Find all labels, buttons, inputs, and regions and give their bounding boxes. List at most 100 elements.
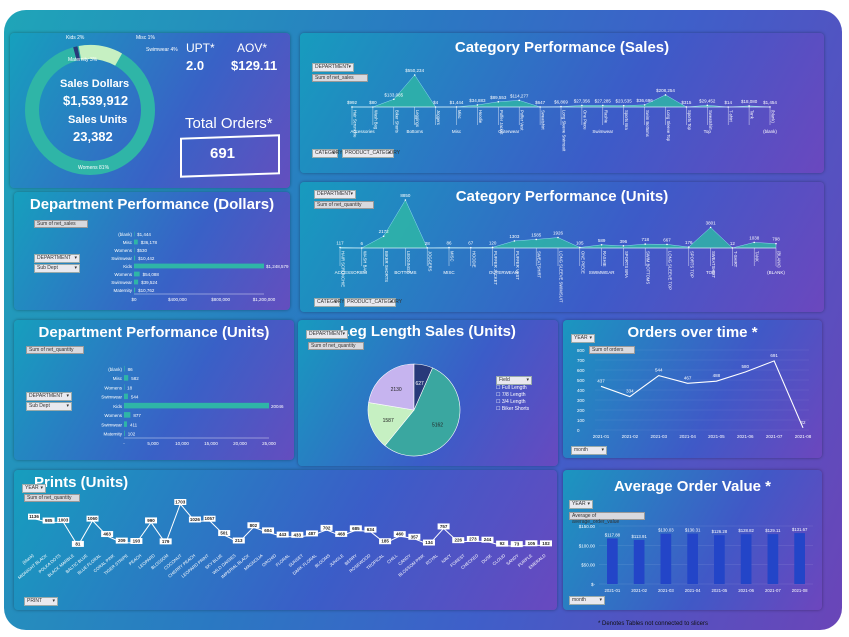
x-tick: - <box>123 441 125 446</box>
bar <box>607 538 618 584</box>
slice-label: 5162 <box>432 422 443 428</box>
legend-item[interactable]: ☐ Full Length <box>496 385 532 392</box>
data-label: 985 <box>45 518 53 523</box>
tick-label: Hoodie <box>478 110 483 124</box>
leg-legend: Field ☐ Full Length☐ 7/8 Length☐ 3/4 Len… <box>496 376 532 413</box>
data-label: $129.11 <box>765 528 781 533</box>
data-label: 1585 <box>531 232 542 237</box>
data-label: 718 <box>641 237 649 242</box>
bar-label: 102 <box>128 432 136 437</box>
bar-label: $39,524 <box>141 280 158 285</box>
leg-legend-field[interactable]: Field <box>496 376 532 385</box>
y-tick: $100.00 <box>579 543 596 548</box>
donut-label-womens: Womens 81% <box>78 165 110 171</box>
aov-chart: $- $50.00 $100.00 $150.00 $117.88 2021-01 $113… <box>579 524 813 593</box>
data-point <box>600 244 603 246</box>
data-label: 757 <box>440 524 448 529</box>
data-label: 1003 <box>58 518 69 523</box>
group-label: BOTTOMS <box>394 270 416 275</box>
data-point <box>644 243 646 245</box>
x-tick: 2021-06 <box>738 588 754 593</box>
tick-label: Sports Top <box>687 110 692 131</box>
bar-label: 582 <box>131 376 139 381</box>
legend-item[interactable]: ☐ Biker Shorts <box>496 406 532 413</box>
data-label: 105 <box>576 240 584 245</box>
data-label: 1926 <box>553 231 564 236</box>
group-label: (blank) <box>763 129 777 134</box>
y-tick: $50.00 <box>581 563 595 568</box>
month-slicer[interactable]: month <box>571 446 607 455</box>
x-tick: ROYAL <box>425 553 440 566</box>
tick-label: Swim Bottoms <box>645 110 650 137</box>
product-category-slicer-units[interactable]: PRODUCT_CATEGORY <box>344 298 402 307</box>
tick-label: Puffer Vest <box>520 110 525 131</box>
row-label: Swimwear <box>111 256 132 261</box>
tick-label: PUFFER JACKET <box>493 251 498 285</box>
bar <box>124 421 127 427</box>
data-label: $130.03 <box>658 528 674 533</box>
data-label: 433 <box>294 532 302 537</box>
tick-label: TANK <box>755 251 760 262</box>
x-tick: 2021-04 <box>685 588 701 593</box>
tick-label: MISC <box>450 251 455 261</box>
data-label: 209 <box>118 538 126 543</box>
aov-panel: Average Order Value * YEAR Average of av… <box>563 470 822 610</box>
data-label: 6 <box>361 241 364 246</box>
row-label: (blank) <box>108 367 122 372</box>
tick-label: Long Sleeve Top <box>666 110 671 142</box>
y-tick: 500 <box>577 378 585 383</box>
y-tick: 600 <box>577 368 585 373</box>
x-tick: 2021-08 <box>795 434 812 439</box>
product-category-slicer[interactable]: PRODUCT_CATEGORY <box>342 149 400 158</box>
data-label: 990 <box>147 518 155 523</box>
row-label: Swimwear <box>101 422 122 427</box>
print-slicer[interactable]: PRINT <box>24 597 58 606</box>
data-label: 193 <box>133 539 141 544</box>
data-label: $113.91 <box>632 534 648 539</box>
data-label: $126.28 <box>712 529 728 534</box>
donut-label-maternity: Maternity 3% <box>68 57 98 63</box>
data-label: 468 <box>337 531 345 536</box>
x-tick: 2021-08 <box>792 588 808 593</box>
bar-label: $10,442 <box>138 256 155 261</box>
data-label: 501 <box>220 531 228 536</box>
data-label: 487 <box>308 531 316 536</box>
category-sales-panel: Category Performance (Sales) DEPARTMENT … <box>300 33 824 173</box>
data-label: $29,452 <box>699 98 716 103</box>
row-label: Kids <box>123 264 133 269</box>
legend-item[interactable]: ☐ 7/8 Length <box>496 392 532 399</box>
y-tick: $- <box>591 582 596 587</box>
data-point <box>581 104 583 107</box>
data-point <box>602 104 604 107</box>
bar-label: 544 <box>131 395 139 400</box>
category-slicer[interactable]: CATEGORY <box>312 149 343 158</box>
data-label: 1026 <box>190 517 201 522</box>
category-slicer-units[interactable]: CATEGORY <box>314 298 345 307</box>
data-point <box>643 104 646 106</box>
dept-units-chart: (blank) 86 Misc 582 Womens 18 Swimwear 544 Kids 2… <box>101 365 284 446</box>
legend-item[interactable]: ☐ 3/4 Length <box>496 399 532 406</box>
bar <box>124 365 125 372</box>
bar <box>134 263 264 269</box>
bar <box>740 534 752 584</box>
data-label: 73 <box>514 542 520 547</box>
y-tick: $150.00 <box>579 524 596 529</box>
group-label: Accessories <box>350 129 375 134</box>
data-label: 67 <box>468 241 474 246</box>
data-label: 28 <box>425 241 431 246</box>
y-tick: 800 <box>577 348 585 353</box>
x-tick: 2021-04 <box>679 434 696 439</box>
bar-label: $1,444 <box>137 232 151 237</box>
total-orders-label: Total Orders* <box>185 115 273 132</box>
group-label: Swimwear <box>592 129 613 134</box>
data-label: 81 <box>75 541 81 546</box>
data-label: $14 <box>724 100 732 105</box>
slice-label: 1587 <box>383 418 394 424</box>
dept-units-panel: Department Performance (Units) Sum of ne… <box>14 320 294 460</box>
data-label: 134 <box>425 540 433 545</box>
month-slicer-aov[interactable]: month <box>569 596 605 605</box>
tick-label: Biker Shorts <box>394 110 399 133</box>
tick-label: LONG SLEEVE TOP <box>668 251 673 290</box>
data-point <box>775 242 777 245</box>
x-tick: 2021-01 <box>593 434 610 439</box>
